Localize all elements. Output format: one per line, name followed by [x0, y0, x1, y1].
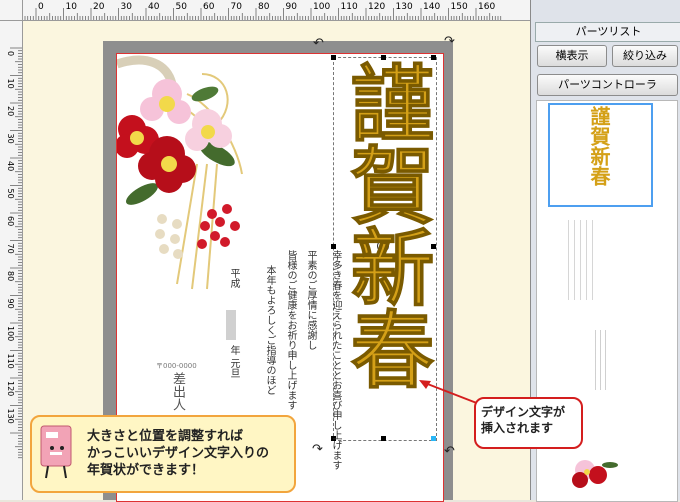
- resize-handle-top-left[interactable]: [331, 55, 336, 60]
- ruler-label: 150: [451, 2, 468, 12]
- ruler-label: 70: [6, 244, 15, 254]
- thumbnail-flower-illustration: [572, 460, 618, 488]
- ruler-label: 70: [231, 2, 243, 12]
- vertical-ruler-ticks: 0 10 20 30 40 50 60 70 80 90 100 110 120 130: [6, 47, 22, 459]
- ruler-label: 40: [6, 161, 15, 171]
- tip-text: 大きさと位置を調整すれば かっこいいデザイン文字入りの 年賀状ができます！: [87, 428, 269, 479]
- greeting-line-4: 本年もよろしくご指導のほど: [264, 265, 275, 395]
- ruler-label: 40: [148, 2, 160, 12]
- date-era: 平成: [228, 268, 239, 288]
- ruler-label: 30: [121, 2, 133, 12]
- ruler-label: 20: [6, 106, 15, 116]
- resize-handle-bottom[interactable]: [381, 436, 386, 441]
- ruler-label: 60: [6, 216, 15, 226]
- ruler-label: 0: [38, 2, 44, 12]
- greeting-line-2: 平素のご厚情に感謝し: [305, 250, 316, 350]
- ruler-label: 160: [478, 2, 495, 12]
- greeting-line-3: 皆様のご健康をお祈り申し上げます: [285, 250, 296, 410]
- card-mascot-icon: [40, 425, 72, 479]
- tip-line-3: 年賀状ができます！: [87, 463, 205, 478]
- ruler-label: 90: [6, 299, 15, 309]
- rotate-handle-icon[interactable]: ↶: [444, 444, 455, 459]
- parts-controller-button[interactable]: パーツコントローラ: [537, 74, 678, 96]
- design-text[interactable]: 謹賀新春: [337, 60, 437, 389]
- ruler-corner: [0, 0, 23, 21]
- thumbnail-text-preview: [568, 220, 598, 300]
- horizontal-view-button[interactable]: 横表示: [537, 45, 607, 67]
- sender-label: 差出人: [170, 372, 185, 411]
- ruler-label: 140: [423, 2, 440, 12]
- postal-code: 〒000-0000: [156, 362, 197, 370]
- thumbnail-design-text: 謹賀新春: [587, 106, 611, 186]
- ruler-label: 110: [6, 354, 15, 369]
- tip-line-2: かっこいいデザイン文字入りの: [87, 446, 270, 461]
- camellia-decoration-illustration[interactable]: [117, 54, 287, 294]
- rotate-handle-icon[interactable]: ↶: [313, 36, 324, 51]
- ruler-label: 80: [6, 271, 15, 281]
- ruler-label: 20: [93, 2, 105, 12]
- design-callout-line-1: デザイン文字が: [481, 405, 566, 419]
- date-year-placeholder: [226, 310, 236, 340]
- ruler-label: 100: [6, 326, 15, 341]
- rotate-handle-icon[interactable]: ↷: [312, 442, 323, 457]
- ruler-label: 50: [176, 2, 188, 12]
- parts-list-title: パーツリスト: [535, 22, 680, 42]
- ruler-label: 30: [6, 134, 15, 144]
- ruler-label: 130: [396, 2, 413, 12]
- ruler-label: 90: [286, 2, 298, 12]
- ruler-label: 120: [6, 381, 15, 396]
- ruler-label: 0: [6, 51, 15, 56]
- date-suffix: 年 元旦: [228, 345, 239, 379]
- ruler-label: 10: [66, 2, 78, 12]
- ruler-label: 50: [6, 189, 15, 199]
- ruler-label: 120: [368, 2, 385, 12]
- ruler-label: 10: [6, 79, 15, 89]
- tip-line-1: 大きさと位置を調整すれば: [87, 429, 244, 444]
- filter-button[interactable]: 絞り込み: [612, 45, 678, 67]
- rotate-handle-icon[interactable]: ↷: [444, 34, 455, 49]
- design-callout-line-2: 挿入されます: [481, 421, 554, 435]
- greeting-line-1: 幸多き春を迎えられたこととお喜び申し上げます: [330, 250, 341, 470]
- horizontal-ruler: 2010010203040506070809010011012013014015…: [0, 0, 530, 21]
- ruler-label: 130: [6, 409, 15, 424]
- resize-handle-left[interactable]: [331, 244, 336, 249]
- ruler-label: 80: [258, 2, 270, 12]
- ruler-label: 60: [203, 2, 215, 12]
- vertical-ruler: 0 10 20 30 40 50 60 70 80 90 100 110 120 130: [0, 20, 23, 500]
- ruler-label: 100: [313, 2, 330, 12]
- resize-handle-bottom-right[interactable]: [431, 436, 436, 441]
- ruler-label: 110: [341, 2, 358, 12]
- design-callout-text: デザイン文字が 挿入されます: [481, 404, 565, 436]
- horizontal-ruler-ticks: 2010010203040506070809010011012013014015…: [0, 2, 502, 20]
- thumbnail-address-preview: [595, 330, 609, 390]
